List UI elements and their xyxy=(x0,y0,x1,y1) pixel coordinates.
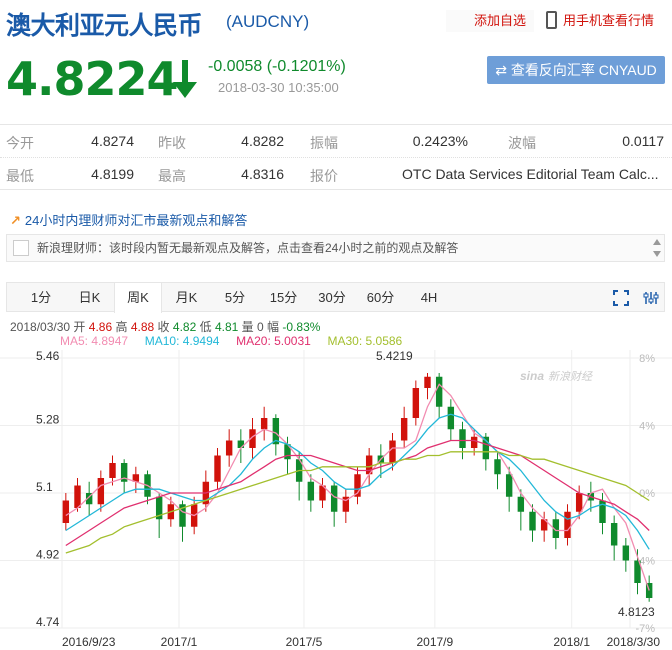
pct-tick-label: 8% xyxy=(639,353,655,365)
down-arrow-icon xyxy=(173,60,197,98)
y-tick-label: 4.92 xyxy=(36,548,60,562)
kline-chart[interactable]: 2018/03/30 开 4.86 高 4.88 收 4.82 低 4.81 量… xyxy=(0,314,672,650)
quote-header: 澳大利亚元人民币 (AUDCNY) 添加自选 用手机查看行情 xyxy=(0,0,672,44)
tab-4[interactable]: 5分 xyxy=(211,283,259,312)
candle-body xyxy=(529,511,536,531)
stat-amplitude-label: 振幅 xyxy=(310,135,338,151)
candle-body xyxy=(389,440,396,463)
mobile-view-link[interactable]: 用手机查看行情 xyxy=(546,10,654,32)
candle-body xyxy=(214,455,221,482)
y-tick-label: 5.28 xyxy=(36,413,60,427)
news-message: 新浪理财师：该时段内暂无最新观点及解答，点击查看24小时之前的观点及解答 xyxy=(37,241,459,255)
phone-icon xyxy=(546,11,557,29)
swap-icon: ⇄ xyxy=(495,62,511,78)
current-price: 4.8224 xyxy=(6,52,179,106)
tab-1[interactable]: 日K xyxy=(66,283,114,312)
candle-body xyxy=(610,523,618,546)
min-price-label: 4.8123 xyxy=(618,605,655,619)
candle-body xyxy=(564,511,571,538)
candle-body xyxy=(225,440,233,456)
candle-body xyxy=(447,406,455,430)
candle-body xyxy=(260,418,268,430)
stat-prev-close: 4.8282 xyxy=(241,133,284,149)
pct-tick-label: -7% xyxy=(635,623,655,635)
candle-body xyxy=(62,500,70,523)
x-tick-label: 2017/5 xyxy=(286,635,323,649)
sina-logo: sina xyxy=(520,369,544,383)
max-price-label: 5.4219 xyxy=(376,349,413,363)
candle-body xyxy=(622,545,630,561)
add-favorite-button[interactable]: 添加自选 xyxy=(446,10,534,32)
candle-body xyxy=(575,493,583,512)
news-box[interactable]: 新浪理财师：该时段内暂无最新观点及解答，点击查看24小时之前的观点及解答 xyxy=(6,234,665,262)
y-tick-label: 5.1 xyxy=(36,480,53,494)
currency-code: (AUDCNY) xyxy=(226,12,310,31)
reverse-rate-button[interactable]: ⇄ 查看反向汇率 CNYAUD xyxy=(487,56,665,84)
page-title: 澳大利亚元人民币 xyxy=(6,11,203,40)
candle-body xyxy=(74,485,81,508)
tab-3[interactable]: 月K xyxy=(163,283,211,312)
chart-canvas[interactable]: 5.465.285.14.924.748%4%0%-4%-7%2016/9/23… xyxy=(0,314,672,650)
x-tick-label: 2018/1 xyxy=(553,635,590,649)
stat-amplitude: 0.2423% xyxy=(412,133,468,149)
candle-body xyxy=(505,474,513,497)
tab-8[interactable]: 4H xyxy=(405,283,453,312)
x-tick-label: 2017/1 xyxy=(161,635,198,649)
y-tick-label: 5.46 xyxy=(36,349,60,363)
stat-prev-close-label: 昨收 xyxy=(158,135,186,151)
stats-panel: 今开 4.8274 昨收 4.8282 振幅 0.2423% 波幅 0.0117… xyxy=(0,124,672,190)
candle-body xyxy=(307,481,315,501)
tab-7[interactable]: 60分 xyxy=(357,283,405,312)
candle-body xyxy=(494,459,501,475)
tab-2[interactable]: 周K xyxy=(114,283,162,313)
stats-row-1: 今开 4.8274 昨收 4.8282 振幅 0.2423% 波幅 0.0117 xyxy=(0,125,672,158)
candle-body xyxy=(459,429,466,448)
stat-volatility-label: 波幅 xyxy=(508,135,536,151)
stats-row-2: 最低 4.8199 最高 4.8316 报价 OTC Data Services… xyxy=(0,158,672,191)
x-tick-label: 2016/9/23 xyxy=(62,635,116,649)
stat-quote-source: OTC Data Services Editorial Team Calc... xyxy=(402,166,659,182)
stat-low-label: 最低 xyxy=(6,168,34,184)
pct-tick-label: 4% xyxy=(639,421,655,433)
pct-tick-label: 0% xyxy=(639,488,655,500)
settings-icon[interactable] xyxy=(643,290,659,306)
candle-body xyxy=(424,376,431,388)
y-tick-label: 4.74 xyxy=(36,615,60,629)
candle-body xyxy=(470,436,478,448)
tab-0[interactable]: 1分 xyxy=(17,283,65,312)
avatar xyxy=(13,240,29,256)
tab-5[interactable]: 15分 xyxy=(260,283,308,312)
period-tabs: 1分 日K 周K 月K 5分 15分 30分 60分 4H xyxy=(6,282,665,313)
candle-body xyxy=(400,418,408,441)
news-heading-text: 24小时内理财师对汇市最新观点和解答 xyxy=(24,213,248,228)
news-heading[interactable]: ↗ 24小时内理财师对汇市最新观点和解答 xyxy=(10,210,247,229)
stat-open: 4.8274 xyxy=(91,133,134,149)
candle-body xyxy=(97,478,105,505)
x-tick-label: 2017/9 xyxy=(416,635,453,649)
watermark: 新浪财经 xyxy=(548,370,593,383)
fullscreen-icon[interactable] xyxy=(613,290,629,306)
stat-high: 4.8316 xyxy=(241,166,284,182)
stat-quote-source-label: 报价 xyxy=(310,168,338,184)
candle-body xyxy=(412,388,420,418)
candle-body xyxy=(330,485,338,512)
mobile-view-label: 用手机查看行情 xyxy=(563,13,655,28)
tab-6[interactable]: 30分 xyxy=(308,283,356,312)
candle-body xyxy=(435,376,443,407)
stat-volatility: 0.0117 xyxy=(622,133,664,149)
candle-body xyxy=(109,463,116,478)
candle-body xyxy=(517,496,525,512)
x-tick-label: 2018/3/30 xyxy=(607,635,661,649)
scroll-arrows-icon[interactable] xyxy=(652,237,662,259)
quote-timestamp: 2018-03-30 10:35:00 xyxy=(218,80,339,95)
price-change: -0.0058 (-0.1201%) xyxy=(208,58,346,75)
reverse-rate-label: 查看反向汇率 CNYAUD xyxy=(510,62,657,78)
stat-low: 4.8199 xyxy=(91,166,134,182)
candle-body xyxy=(237,440,245,448)
trend-icon: ↗ xyxy=(10,213,21,228)
stat-high-label: 最高 xyxy=(158,168,186,184)
stat-open-label: 今开 xyxy=(6,135,34,151)
